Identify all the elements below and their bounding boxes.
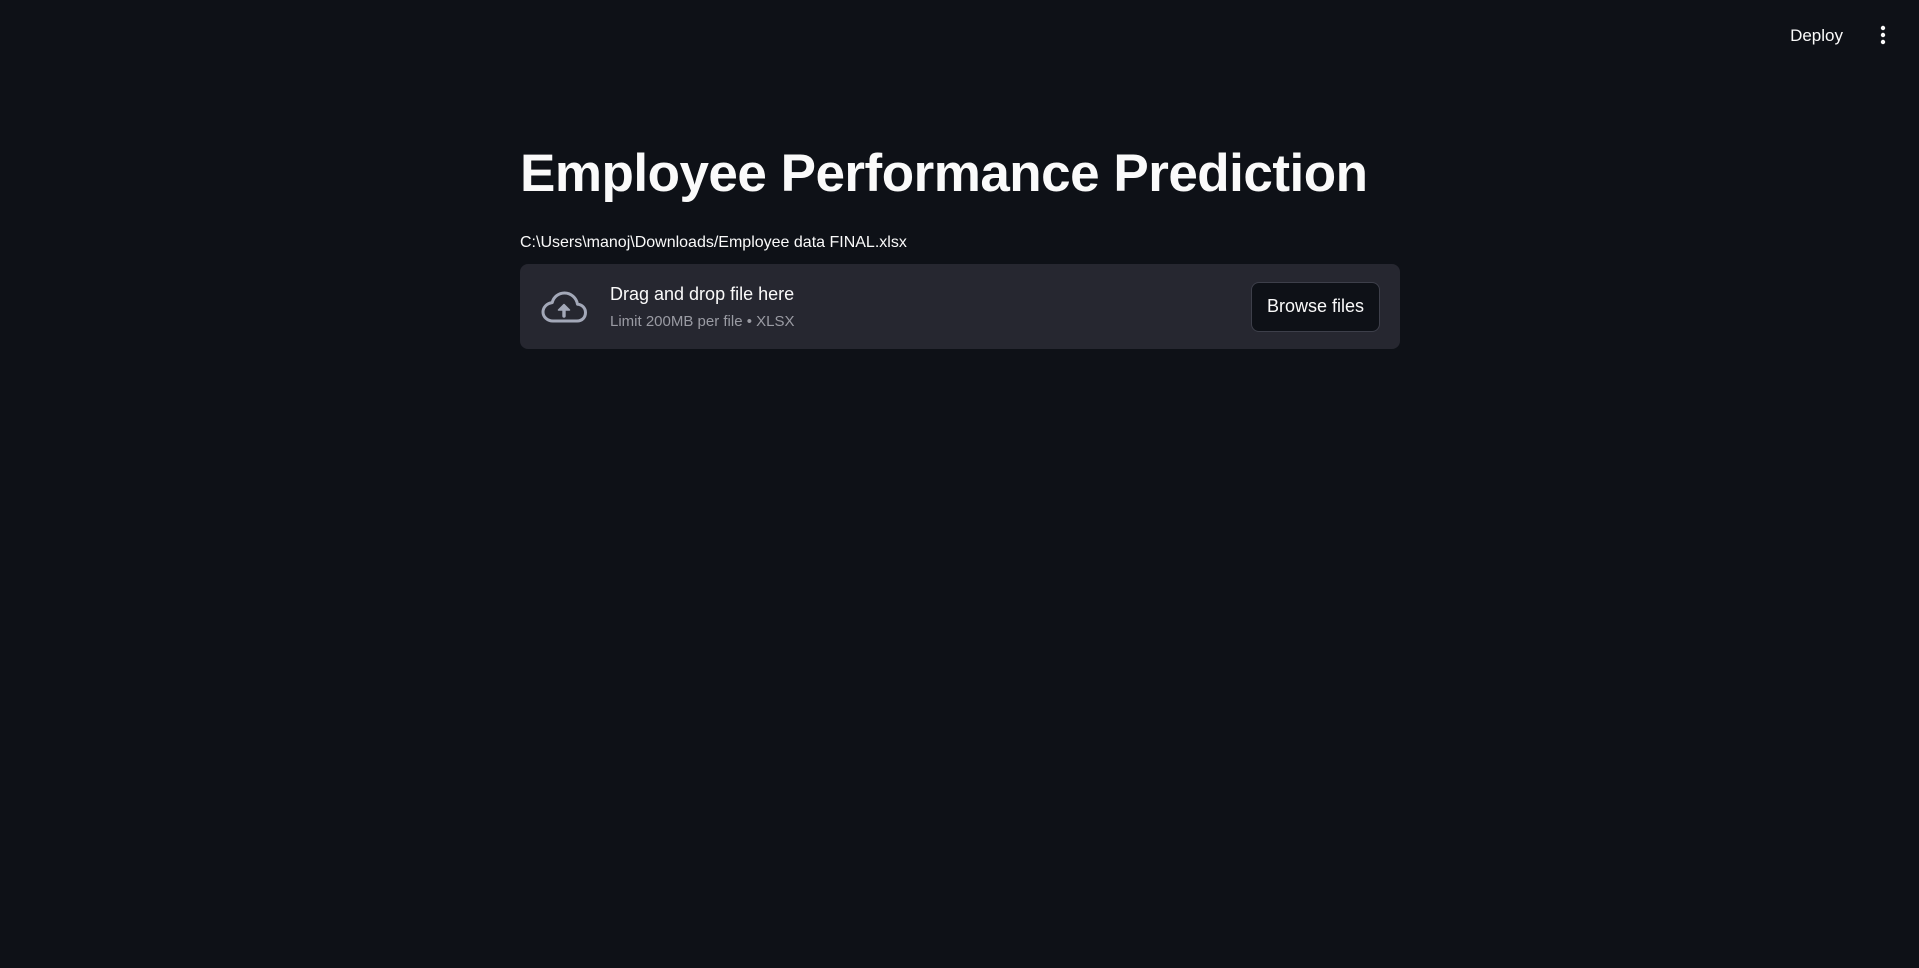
app-root: Deploy Employee Performance Prediction C… (0, 0, 1919, 968)
page-title: Employee Performance Prediction (520, 144, 1368, 203)
main-content: Employee Performance Prediction C:\Users… (520, 138, 1400, 349)
main-menu-button[interactable] (1867, 20, 1899, 52)
dropzone-instructions: Drag and drop file here Limit 200MB per … (610, 281, 1251, 333)
more-vertical-icon (1880, 25, 1886, 48)
file-uploader-dropzone[interactable]: Drag and drop file here Limit 200MB per … (520, 264, 1400, 349)
deploy-button[interactable]: Deploy (1776, 18, 1857, 54)
header-toolbar: Deploy (1776, 0, 1919, 72)
dropzone-title: Drag and drop file here (610, 283, 795, 304)
dropzone-limit-text: Limit 200MB per file • XLSX (610, 312, 795, 330)
cloud-upload-icon (540, 283, 588, 331)
browse-files-button[interactable]: Browse files (1250, 281, 1380, 332)
file-path-text: C:\Users\manoj\Downloads/Employee data F… (520, 234, 907, 251)
